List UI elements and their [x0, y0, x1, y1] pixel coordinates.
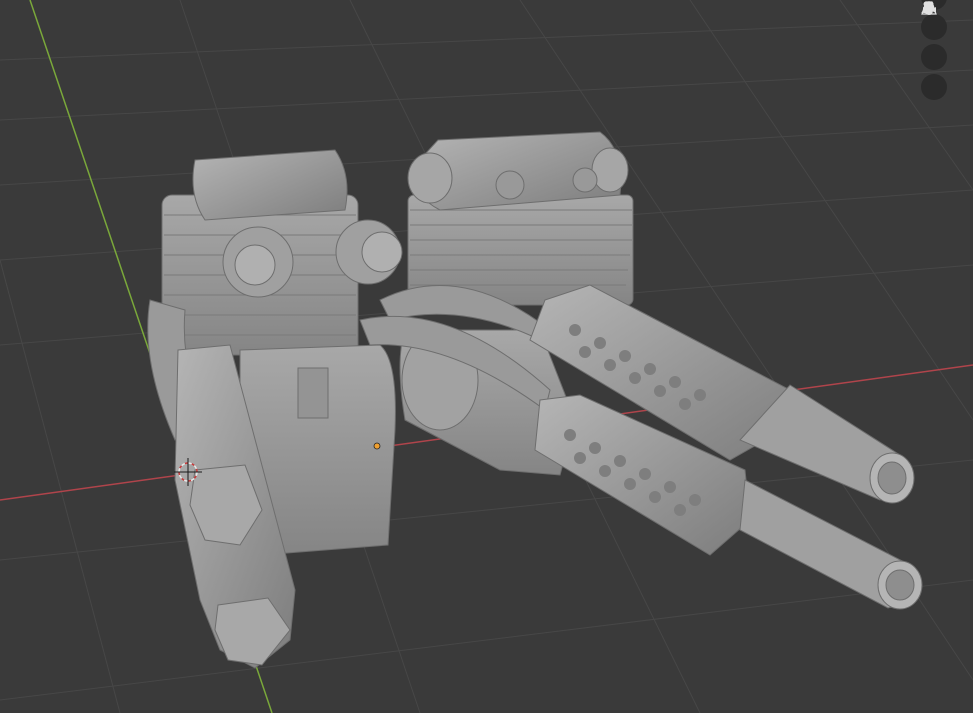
object-origin — [373, 442, 381, 450]
viewport-canvas[interactable] — [0, 0, 973, 713]
perspective-toggle-button[interactable] — [921, 1, 947, 100]
pan-button[interactable] — [921, 2, 947, 40]
3d-viewport[interactable] — [0, 0, 973, 713]
camera-view-button[interactable] — [921, 1, 947, 70]
engine-model[interactable] — [147, 131, 923, 669]
navigation-gizmo — [921, 0, 947, 104]
